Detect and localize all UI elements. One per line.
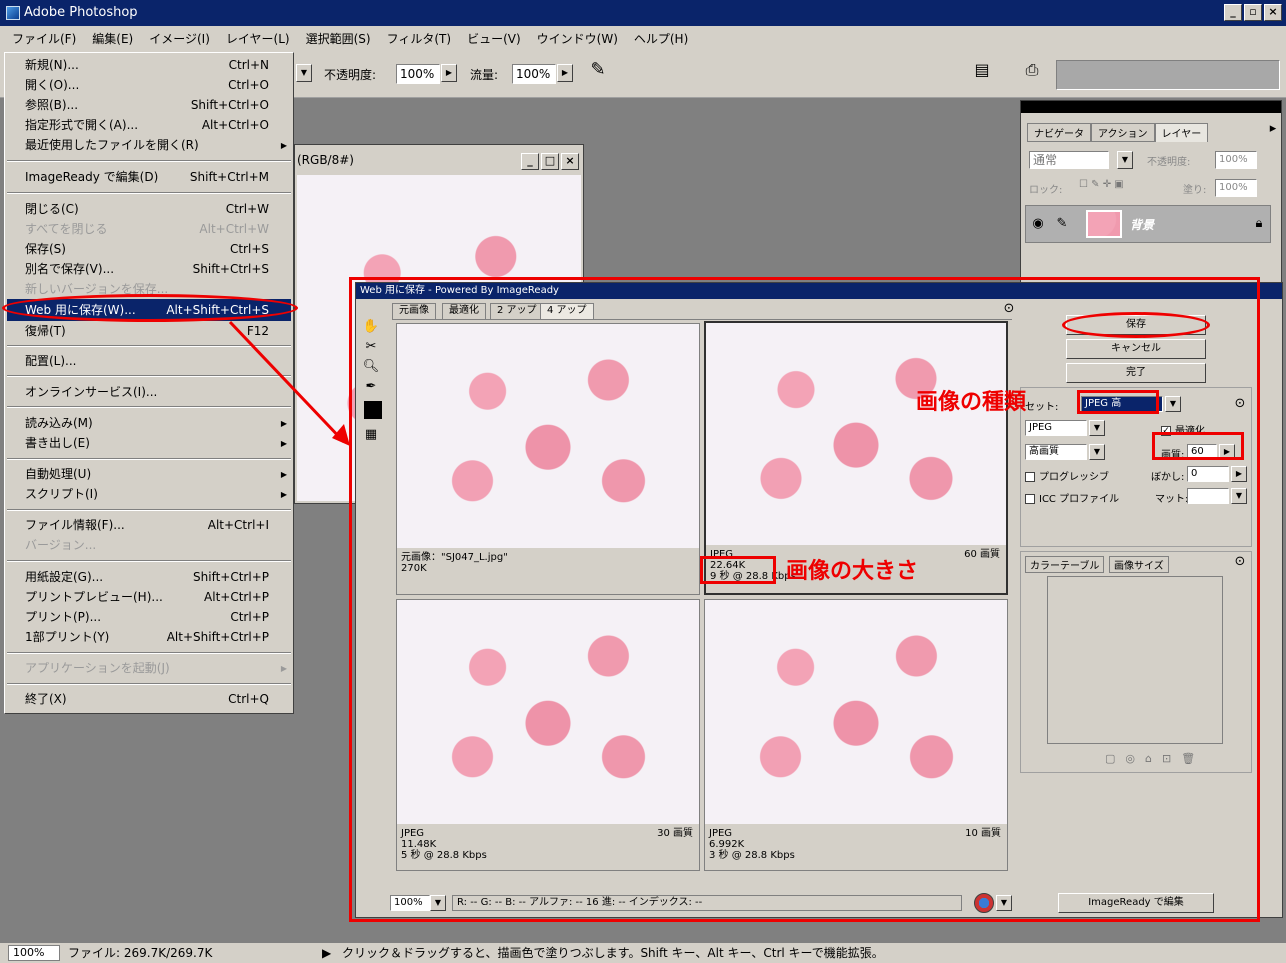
layer-opacity-input[interactable]: 100% [1215,151,1257,169]
menu-item-automate[interactable]: 自動処理(U) [25,464,269,484]
menu-window[interactable]: ウインドウ(W) [537,26,618,52]
palette-well-icon[interactable]: ⎙ [1020,62,1044,78]
annotation-save-ring [1062,312,1210,338]
palette-well[interactable] [1056,60,1280,90]
menu-item-print[interactable]: プリント(P)... Ctrl+P [25,607,269,627]
menu-item-browse[interactable]: 参照(B)... Shift+Ctrl+O [25,95,269,115]
menu-separator [7,160,291,162]
tab-actions[interactable]: アクション [1091,123,1155,142]
menu-help[interactable]: ヘルプ(H) [634,26,688,52]
menu-item-jump-to: アプリケーションを起動(J) [25,661,170,675]
doc-minimize-button[interactable]: _ [521,153,539,170]
blend-mode-select[interactable]: 通常 [1029,151,1109,169]
menu-item-new[interactable]: 新規(N)... Ctrl+N [25,55,269,75]
menu-image[interactable]: イメージ(I) [149,26,210,52]
menu-filter[interactable]: フィルタ(T) [387,26,451,52]
menu-item-save[interactable]: 保存(S) Ctrl+S [25,239,269,259]
layer-opacity-label: 不透明度: [1147,157,1191,168]
layer-thumbnail [1086,210,1122,238]
menu-item-save-as[interactable]: 別名で保存(V)... Shift+Ctrl+S [25,259,269,279]
menu-item-page-setup[interactable]: 用紙設定(G)... Shift+Ctrl+P [25,567,269,587]
menu-select[interactable]: 選択範囲(S) [306,26,371,52]
menu-edit[interactable]: 編集(E) [92,26,133,52]
doc-maximize-button[interactable]: □ [541,153,559,170]
flow-input[interactable]: 100% [512,64,556,84]
annotation-preset-box [1077,390,1159,414]
menu-bar: ファイル(F) 編集(E) イメージ(I) レイヤー(L) 選択範囲(S) フィ… [0,26,1286,52]
menu-item-close-all: すべてを閉じる Alt+Ctrl+W [25,222,269,236]
flow-label: 流量: [470,68,499,82]
menu-layer[interactable]: レイヤー(L) [226,26,290,52]
status-file-info: ファイル: 269.7K/269.7K [68,946,213,960]
restore-button[interactable]: ▫ [1244,4,1262,21]
menu-item-edit-imageready[interactable]: ImageReady で編集(D) Shift+Ctrl+M [25,167,269,187]
annotation-arrow [228,320,350,446]
mode-dropdown-arrow[interactable]: ▼ [296,64,312,82]
status-arrow-icon[interactable]: ▶ [322,943,331,963]
submenu-arrow-icon: ▶ [280,490,287,499]
blend-mode-arrow[interactable]: ▼ [1117,151,1133,169]
minimize-button[interactable]: _ [1224,4,1242,21]
submenu-arrow-icon: ▶ [280,141,287,150]
close-button[interactable]: × [1264,4,1282,21]
annotation-size-box [700,556,776,584]
document-window-controls: _ □ × [521,153,579,170]
menu-separator [7,458,291,460]
palette-menu-icon[interactable]: ▸ [1265,121,1281,137]
menu-item-exit[interactable]: 終了(X) Ctrl+Q [25,689,269,709]
lock-icon: 🔒︎ [1255,216,1263,231]
brush-link-icon[interactable]: ✎ [1054,216,1070,232]
airbrush-icon[interactable]: ✎ [584,61,612,79]
status-bar: 100% ファイル: 269.7K/269.7K ▶ クリック＆ドラッグすると、… [0,943,1286,963]
flow-slider-arrow[interactable]: ▶ [557,64,573,82]
status-hint: クリック＆ドラッグすると、描画色で塗りつぶします。Shift キー、Alt キー… [342,946,884,960]
layer-row[interactable]: ◉ ✎ 背景 🔒︎ [1025,205,1271,243]
menu-file[interactable]: ファイル(F) [12,26,76,52]
menu-separator [7,509,291,511]
opacity-slider-arrow[interactable]: ▶ [441,64,457,82]
menu-separator [7,683,291,685]
menu-item-versions: バージョン... [25,538,97,552]
file-browser-icon[interactable]: ▤ [970,62,994,78]
menu-separator [7,192,291,194]
menu-separator [7,652,291,654]
lock-icons[interactable]: ☐ ✎ ✛ ▣ [1079,179,1124,190]
menu-item-close[interactable]: 閉じる(C) Ctrl+W [25,199,269,219]
fill-input[interactable]: 100% [1215,179,1257,197]
menu-item-print-preview[interactable]: プリントプレビュー(H)... Alt+Ctrl+P [25,587,269,607]
window-title: Adobe Photoshop [24,5,138,20]
menu-item-open[interactable]: 開く(O)... Ctrl+O [25,75,269,95]
status-zoom[interactable]: 100% [8,945,60,961]
annotation-dialog-frame [349,277,1260,922]
menu-item-scripts[interactable]: スクリプト(I) [25,484,269,504]
document-title: (RGB/8#) [297,153,354,167]
tab-navigator[interactable]: ナビゲータ [1027,123,1091,142]
opacity-label: 不透明度: [324,68,377,82]
palette-title-strip [1021,101,1281,113]
annotation-image-size-label: 画像の大きさ [786,559,919,584]
doc-close-button[interactable]: × [561,153,579,170]
lock-label: ロック: [1029,185,1063,196]
title-bar: Adobe Photoshop [0,0,1286,26]
annotation-image-type-label: 画像の種類 [916,390,1027,415]
tab-layers[interactable]: レイヤー [1154,123,1209,142]
eye-icon[interactable]: ◉ [1030,216,1046,232]
submenu-arrow-icon: ▶ [280,470,287,479]
photoshop-app-icon [6,6,20,20]
submenu-arrow-icon: ▶ [280,664,287,673]
menu-item-file-info[interactable]: ファイル情報(F)... Alt+Ctrl+I [25,515,269,535]
menu-separator [7,560,291,562]
palette-tabs: ナビゲータ アクション レイヤー [1027,123,1209,142]
menu-item-print-one-copy[interactable]: 1部プリント(Y) Alt+Shift+Ctrl+P [25,627,269,647]
annotation-quality-box [1152,432,1244,460]
window-controls: _ ▫ × [1224,4,1282,21]
fill-label: 塗り: [1183,185,1207,196]
opacity-input[interactable]: 100% [396,64,440,84]
layer-name: 背景 [1130,218,1155,232]
menu-item-open-recent[interactable]: 最近使用したファイルを開く(R) [25,135,269,155]
menu-view[interactable]: ビュー(V) [467,26,521,52]
menu-item-open-as[interactable]: 指定形式で開く(A)... Alt+Ctrl+O [25,115,269,135]
